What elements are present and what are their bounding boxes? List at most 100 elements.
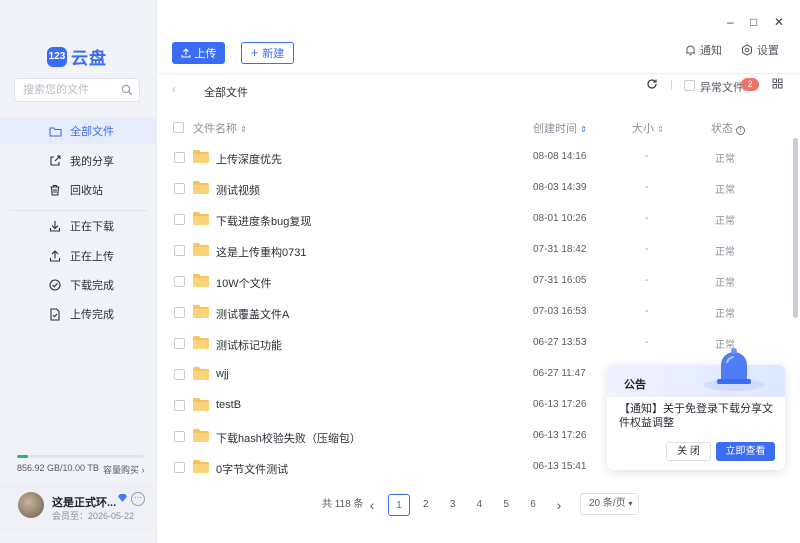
file-created-time: 06-27 13:53 <box>533 337 587 348</box>
file-status: 正常 <box>715 185 735 196</box>
settings-button[interactable]: 设置 <box>741 42 779 58</box>
close-window-button[interactable]: ✕ <box>774 15 784 29</box>
breadcrumb[interactable]: 全部文件 <box>204 84 248 100</box>
sidebar-item-all-files[interactable]: 全部文件 <box>0 118 157 144</box>
row-checkbox[interactable] <box>174 431 185 442</box>
file-name[interactable]: 上传深度优先 <box>216 151 282 167</box>
page-number-button[interactable]: 6 <box>522 494 544 516</box>
page-number-button[interactable]: 5 <box>495 494 517 516</box>
new-button[interactable]: + 新建 <box>241 42 294 64</box>
trash-icon <box>48 183 62 197</box>
page-number-button[interactable]: 4 <box>468 494 490 516</box>
file-created-time: 06-27 11:47 <box>533 368 586 379</box>
sort-icon: ⇕ <box>657 125 664 134</box>
folder-icon <box>193 212 209 225</box>
table-row[interactable]: 下载进度条bug复现 08-01 10:26 - 正常 <box>158 205 798 235</box>
row-checkbox[interactable] <box>174 462 185 473</box>
row-checkbox[interactable] <box>174 307 185 318</box>
file-name[interactable]: 测试标记功能 <box>216 337 282 353</box>
notice-close-button[interactable]: 关 闭 <box>666 442 711 461</box>
app-logo[interactable]: 123 云盘 <box>47 44 107 69</box>
file-size: - <box>645 337 649 348</box>
table-row[interactable]: 10W个文件 07-31 16:05 - 正常 <box>158 267 798 297</box>
row-checkbox[interactable] <box>174 369 185 380</box>
grid-view-icon[interactable] <box>772 78 783 89</box>
file-name[interactable]: 测试覆盖文件A <box>216 306 289 322</box>
row-checkbox[interactable] <box>174 152 185 163</box>
notice-title: 公告 <box>624 379 646 391</box>
row-checkbox[interactable] <box>174 183 185 194</box>
row-checkbox[interactable] <box>174 214 185 225</box>
back-arrow-icon[interactable]: ‹ <box>172 82 176 96</box>
maximize-button[interactable]: □ <box>750 15 757 29</box>
storage-usage-text: 856.92 GB/10.00 TB <box>17 463 99 473</box>
table-row[interactable]: 测试视频 08-03 14:39 - 正常 <box>158 174 798 204</box>
sidebar-item-label: 我的分享 <box>70 156 114 168</box>
page-number-button[interactable]: 2 <box>415 494 437 516</box>
page-size-select[interactable]: 20 条/页 ▾ <box>580 493 639 515</box>
table-row[interactable]: 上传深度优先 08-08 14:16 - 正常 <box>158 143 798 173</box>
sidebar-item-recycle-bin[interactable]: 回收站 <box>0 177 157 203</box>
user-card[interactable]: 这是正式环... ··· 会员至：2026-05-22 <box>0 482 157 530</box>
column-status-label: 状态 <box>711 123 733 135</box>
scrollbar-thumb[interactable] <box>793 138 798 318</box>
logo-badge: 123 <box>47 46 67 67</box>
storage-progress-bar <box>17 455 144 458</box>
table-row[interactable]: 测试覆盖文件A 07-03 16:53 - 正常 <box>158 298 798 328</box>
avatar[interactable] <box>18 492 44 518</box>
file-name[interactable]: 10W个文件 <box>216 275 272 291</box>
column-size-label: 大小 <box>632 123 654 135</box>
file-name[interactable]: 下载进度条bug复现 <box>216 213 311 229</box>
info-icon[interactable]: ! <box>736 126 746 135</box>
page-number-button[interactable]: 1 <box>388 494 410 516</box>
file-size: - <box>645 275 649 286</box>
download-icon <box>48 219 62 233</box>
row-checkbox[interactable] <box>174 276 185 287</box>
abnormal-files-checkbox[interactable] <box>684 80 695 91</box>
prev-page-button[interactable]: ‹ <box>361 494 383 516</box>
sidebar: 123 云盘 搜索您的文件 全部文件 我的分享 回收站 正在下载 正在上传 下载… <box>0 0 157 543</box>
buy-capacity-label: 容量购买 <box>103 465 140 475</box>
row-checkbox[interactable] <box>174 400 185 411</box>
file-created-time: 06-13 17:26 <box>533 430 587 441</box>
row-checkbox[interactable] <box>174 338 185 349</box>
sidebar-item-download-complete[interactable]: 下载完成 <box>0 272 157 298</box>
file-name[interactable]: 这是上传重构0731 <box>216 244 306 260</box>
column-header-time[interactable]: 创建时间 ⇕ <box>533 120 587 136</box>
storage-progress-fill <box>17 455 28 458</box>
abnormal-count-badge: 2 <box>741 78 759 91</box>
folder-icon <box>193 460 209 473</box>
row-checkbox[interactable] <box>174 245 185 256</box>
search-input[interactable]: 搜索您的文件 <box>14 78 140 102</box>
file-name[interactable]: 下载hash校验失败（压缩包） <box>216 430 361 446</box>
notify-button[interactable]: 通知 <box>685 42 722 58</box>
sidebar-item-downloading[interactable]: 正在下载 <box>0 213 157 239</box>
upload-icon <box>48 249 62 263</box>
sort-icon: ⇕ <box>240 125 247 134</box>
folder-icon <box>193 181 209 194</box>
file-name[interactable]: wjj <box>216 368 229 380</box>
file-status: 正常 <box>715 216 735 227</box>
search-icon[interactable] <box>121 84 133 96</box>
column-header-name[interactable]: 文件名称 ⇕ <box>193 120 247 136</box>
buy-capacity-link[interactable]: 容量购买 › <box>103 463 145 476</box>
more-icon[interactable]: ··· <box>131 492 145 506</box>
abnormal-files-label: 异常文件 <box>700 82 744 94</box>
column-header-size[interactable]: 大小 ⇕ <box>632 120 664 136</box>
file-name[interactable]: testB <box>216 399 241 411</box>
file-name[interactable]: 0字节文件测试 <box>216 461 288 477</box>
sidebar-item-my-share[interactable]: 我的分享 <box>0 148 157 174</box>
page-number-button[interactable]: 3 <box>442 494 464 516</box>
sidebar-item-uploading[interactable]: 正在上传 <box>0 243 157 269</box>
table-row[interactable]: 这是上传重构0731 07-31 18:42 - 正常 <box>158 236 798 266</box>
file-created-time: 08-03 14:39 <box>533 182 587 193</box>
file-name[interactable]: 测试视频 <box>216 182 260 198</box>
sidebar-item-label: 回收站 <box>70 185 103 197</box>
next-page-button[interactable]: › <box>548 494 570 516</box>
notice-view-button[interactable]: 立即查看 <box>716 442 775 461</box>
refresh-icon[interactable] <box>646 78 658 90</box>
sidebar-item-upload-complete[interactable]: 上传完成 <box>0 301 157 327</box>
select-all-checkbox[interactable] <box>173 122 184 133</box>
upload-button[interactable]: 上传 <box>172 42 225 64</box>
minimize-button[interactable]: – <box>727 15 734 29</box>
